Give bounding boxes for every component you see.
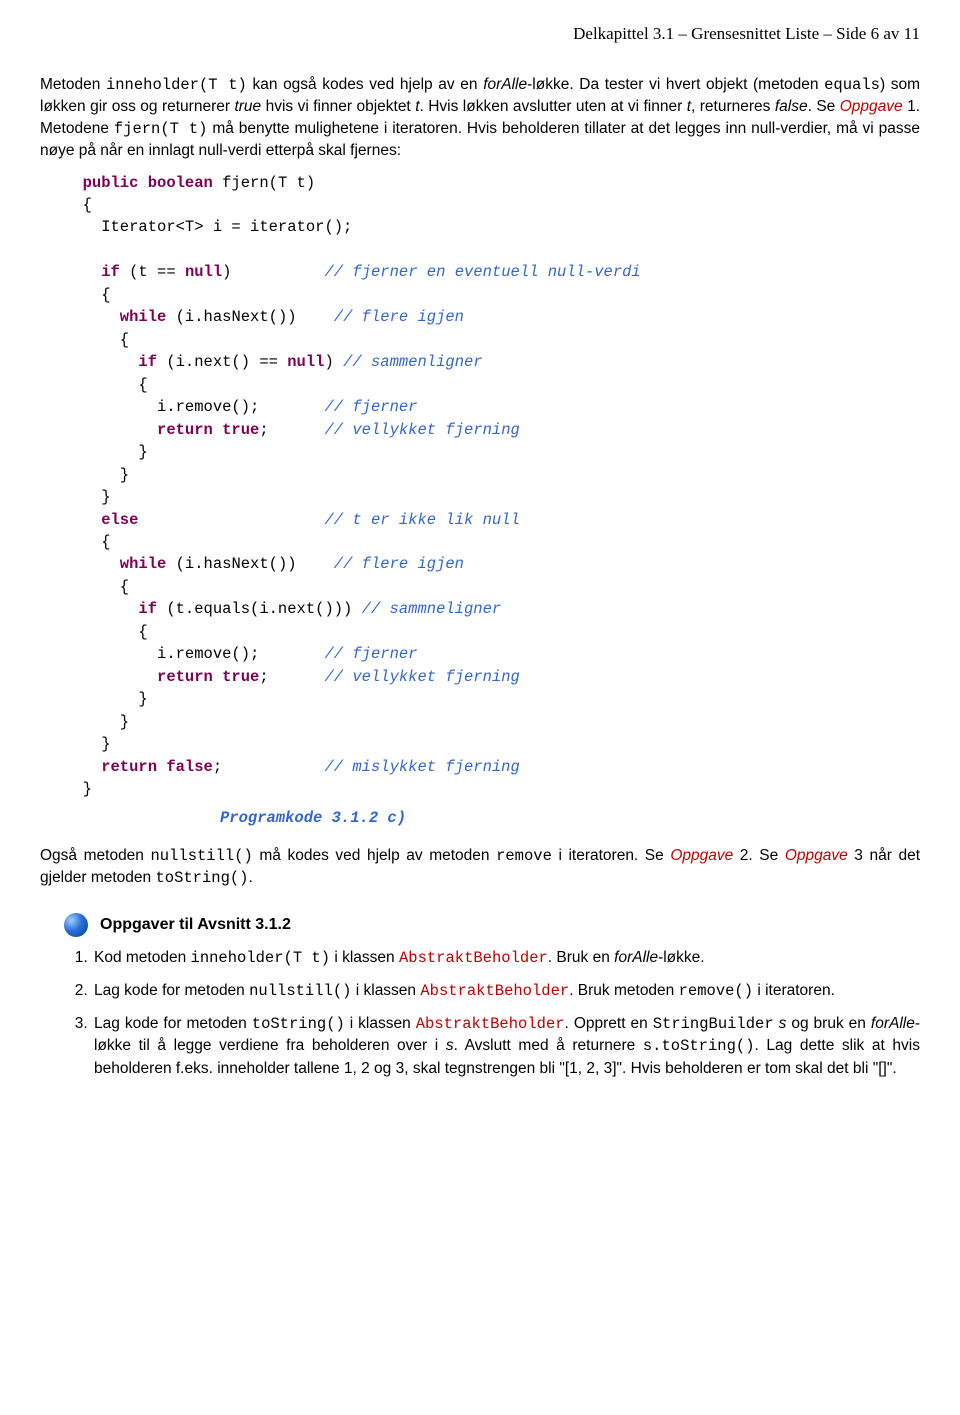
code-inline: toString(): [252, 1015, 345, 1033]
link-oppgave-3[interactable]: Oppgave: [785, 847, 848, 864]
link-class[interactable]: AbstraktBeholder: [399, 949, 548, 967]
code-inline: equals: [824, 76, 880, 94]
code-inline: inneholder(T t): [106, 76, 247, 94]
task-list: Kod metoden inneholder(T t) i klassen Ab…: [70, 947, 920, 1079]
link-class[interactable]: AbstraktBeholder: [420, 982, 569, 1000]
task-item-3: Lag kode for metoden toString() i klasse…: [92, 1013, 920, 1080]
code-caption: Programkode 3.1.2 c): [220, 809, 920, 827]
code-inline: s.toString(): [643, 1037, 755, 1055]
page: Delkapittel 3.1 – Grensesnittet Liste – …: [0, 0, 960, 1130]
code-inline: inneholder(T t): [191, 949, 331, 967]
link-oppgave-1[interactable]: Oppgave: [840, 98, 903, 115]
emphasis: forAlle: [483, 76, 527, 93]
paragraph-1: Metoden inneholder(T t) kan også kodes v…: [40, 74, 920, 162]
code-inline: nullstill(): [151, 847, 253, 865]
link-oppgave-2[interactable]: Oppgave: [670, 847, 733, 864]
paragraph-2: Også metoden nullstill() må kodes ved hj…: [40, 845, 920, 890]
code-listing: public boolean fjern(T t) { Iterator<T> …: [64, 172, 920, 801]
code-inline: fjern(T t): [114, 120, 208, 138]
section-heading: Oppgaver til Avsnitt 3.1.2: [100, 916, 291, 934]
code-inline: nullstill(): [249, 982, 351, 1000]
section-heading-row: Oppgaver til Avsnitt 3.1.2: [64, 913, 920, 937]
link-class[interactable]: AbstraktBeholder: [416, 1015, 565, 1033]
code-inline: toString(): [155, 869, 248, 887]
bullet-sphere-icon: [64, 913, 88, 937]
code-inline: remove(): [679, 982, 753, 1000]
code-inline: StringBuilder: [653, 1015, 774, 1033]
task-item-2: Lag kode for metoden nullstill() i klass…: [92, 980, 920, 1003]
page-header: Delkapittel 3.1 – Grensesnittet Liste – …: [40, 24, 920, 44]
code-inline: remove: [496, 847, 552, 865]
task-item-1: Kod metoden inneholder(T t) i klassen Ab…: [92, 947, 920, 970]
